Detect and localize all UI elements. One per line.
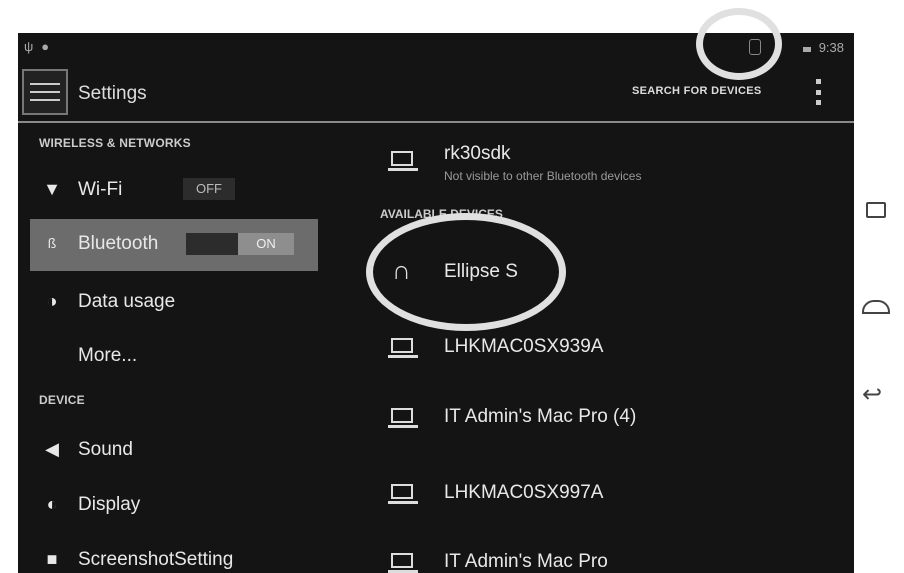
sidebar-item-sound[interactable]: ◀ Sound — [30, 425, 318, 475]
laptop-icon — [388, 484, 418, 506]
notification-icon: ● — [41, 39, 50, 54]
back-icon[interactable]: ↩ — [862, 380, 890, 408]
device-name: LHKMAC0SX997A — [444, 482, 604, 503]
sidebar-item-more[interactable]: More... — [30, 331, 318, 381]
section-header-device: DEVICE — [39, 393, 85, 407]
bluetooth-icon: ß — [47, 235, 57, 251]
device-name: rk30sdk — [444, 143, 511, 164]
device-name: IT Admin's Mac Pro (4) — [444, 406, 637, 427]
speaker-icon: ◀ — [45, 439, 59, 459]
sidebar-item-data-usage[interactable]: ◑ Data usage — [30, 277, 318, 327]
sidebar-item-label: Wi-Fi — [78, 179, 123, 200]
search-for-devices-button[interactable]: SEARCH FOR DEVICES — [632, 85, 761, 97]
settings-app-icon[interactable] — [22, 69, 68, 115]
device-name: IT Admin's Mac Pro — [444, 551, 608, 572]
camera-icon: ■ — [46, 549, 58, 569]
device-visibility-status: Not visible to other Bluetooth devices — [444, 169, 642, 183]
display-icon: ◐ — [46, 494, 58, 514]
device-name: LHKMAC0SX939A — [444, 336, 604, 357]
highlight-circle-device — [366, 213, 566, 331]
action-bar-divider — [18, 121, 854, 123]
sidebar-item-label: More... — [78, 345, 138, 366]
device-item-lhkmac0sx997a[interactable]: LHKMAC0SX997A — [388, 482, 828, 532]
laptop-icon — [388, 338, 418, 360]
recent-apps-icon[interactable] — [862, 202, 886, 220]
this-device-item[interactable]: rk30sdk Not visible to other Bluetooth d… — [388, 143, 828, 193]
highlight-circle-status — [696, 8, 782, 80]
laptop-icon — [388, 151, 418, 173]
wifi-toggle[interactable]: OFF — [183, 178, 235, 200]
usb-icon: ψ — [24, 39, 34, 54]
toggle-state: ON — [238, 233, 294, 255]
device-item-it-admin-mac-pro-4[interactable]: IT Admin's Mac Pro (4) — [388, 406, 828, 456]
status-time: 9:38 — [818, 39, 844, 55]
overflow-menu-icon[interactable] — [814, 79, 822, 105]
bluetooth-toggle[interactable]: ON — [186, 233, 294, 255]
wifi-icon: ▼ — [43, 179, 61, 199]
home-icon[interactable] — [862, 292, 890, 314]
sidebar-item-label: Bluetooth — [78, 233, 159, 254]
sidebar-item-label: Sound — [78, 439, 133, 460]
section-header-wireless: WIRELESS & NETWORKS — [39, 136, 191, 150]
sidebar-item-wifi[interactable]: ▼ Wi-Fi — [30, 165, 318, 215]
data-usage-icon: ◑ — [46, 291, 58, 311]
device-item-lhkmac0sx939a[interactable]: LHKMAC0SX939A — [388, 336, 828, 386]
sidebar-item-screenshot[interactable]: ■ ScreenshotSetting — [30, 535, 318, 573]
sidebar-item-label: Display — [78, 494, 141, 515]
sidebar-item-label: ScreenshotSetting — [78, 549, 234, 570]
laptop-icon — [388, 553, 418, 573]
device-item-it-admin-mac-pro[interactable]: IT Admin's Mac Pro — [388, 551, 828, 573]
battery-icon — [802, 46, 811, 52]
app-title: Settings — [78, 83, 147, 104]
sidebar-item-label: Data usage — [78, 291, 176, 312]
sidebar-item-display[interactable]: ◐ Display — [30, 480, 318, 530]
laptop-icon — [388, 408, 418, 430]
